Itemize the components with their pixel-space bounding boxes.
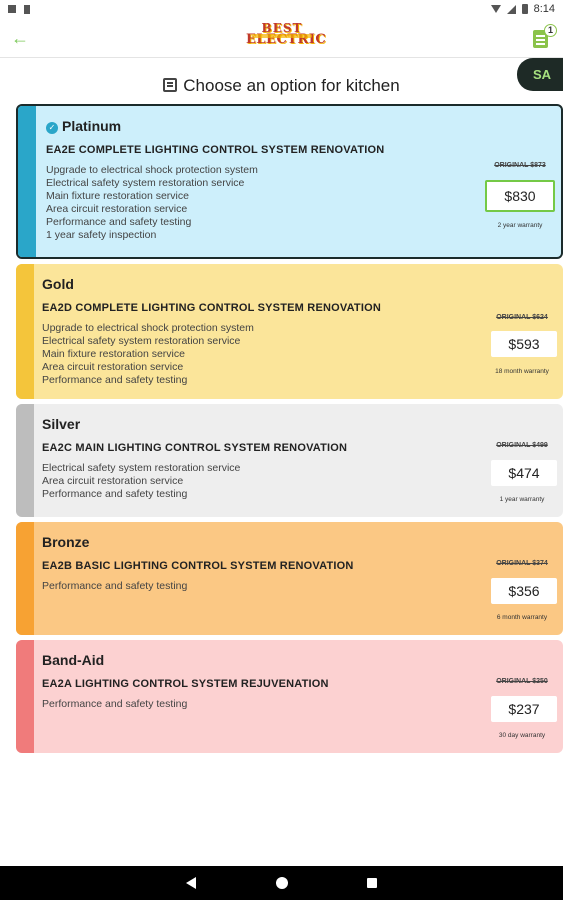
feature-item: Upgrade to electrical shock protection s… [46,164,258,176]
battery-icon [521,4,528,14]
nav-home-icon[interactable] [276,877,288,889]
feature-item: 1 year safety inspection [46,229,157,241]
original-price: ORIGINAL $873 [494,162,546,169]
option-card-band-aid[interactable]: Band-Aid EA2A LIGHTING CONTROL SYSTEM RE… [16,640,563,753]
feature-list: Upgrade to electrical shock protection s… [42,322,254,387]
price-button[interactable]: $830 [485,180,555,212]
warranty-label: 1 year warranty [499,496,545,503]
feature-item: Performance and safety testing [42,698,188,710]
page-title: Choose an option for kitchen [0,76,563,96]
status-time: 8:14 [533,3,555,15]
tier-name: Bronze [42,534,90,550]
option-card-platinum[interactable]: ✓ Platinum EA2E COMPLETE LIGHTING CONTROL… [16,104,563,259]
price-button[interactable]: $356 [491,578,557,604]
feature-list: Performance and safety testing [42,698,187,711]
feature-item: Performance and safety testing [42,488,188,500]
tier-stripe [16,522,34,635]
wifi-icon [490,5,501,13]
tier-name: Gold [42,276,74,292]
package-name: EA2A LIGHTING CONTROL SYSTEM REJUVENATIO… [42,678,329,690]
warranty-label: 30 day warranty [498,732,546,739]
package-name: EA2C MAIN LIGHTING CONTROL SYSTEM RENOVA… [42,442,348,454]
feature-item: Main fixture restoration service [42,348,185,360]
cart-button[interactable]: 1 [531,24,557,50]
price-button[interactable]: $593 [491,331,557,357]
page-title-text: Choose an option for kitchen [183,76,400,95]
price-button[interactable]: $474 [491,460,557,486]
warranty-label: 18 month warranty [495,368,549,375]
selected-check-icon: ✓ [46,122,58,134]
feature-item: Area circuit restoration service [42,475,184,487]
feature-item: Main fixture restoration service [46,190,189,202]
cart-count-badge: 1 [544,24,557,37]
notification-icon [8,5,16,13]
tier-name: Silver [42,416,81,432]
original-price: ORIGINAL $499 [496,442,548,449]
sd-card-icon [24,4,30,14]
package-name: EA2D COMPLETE LIGHTING CONTROL SYSTEM RE… [42,302,382,314]
warranty-label: 6 month warranty [496,614,548,621]
package-name: EA2E COMPLETE LIGHTING CONTROL SYSTEM RE… [46,144,385,156]
feature-item: Upgrade to electrical shock protection s… [42,322,254,334]
feature-item: Area circuit restoration service [42,361,184,373]
feature-item: Performance and safety testing [42,374,188,386]
original-price: ORIGINAL $374 [496,560,548,567]
option-card-silver[interactable]: Silver EA2C MAIN LIGHTING CONTROL SYSTEM… [16,404,563,517]
warranty-label: 2 year warranty [497,222,543,229]
package-name: EA2B BASIC LIGHTING CONTROL SYSTEM RENOV… [42,560,354,572]
original-price: ORIGINAL $250 [496,678,548,685]
tier-name: ✓ Platinum [46,118,121,134]
feature-item: Electrical safety system restoration ser… [42,335,241,347]
back-arrow-icon[interactable]: ← [10,28,30,48]
tier-stripe [16,404,34,517]
app-bar: ← BEST ELECTRIC 1 [0,18,563,58]
feature-list: Performance and safety testing [42,580,187,593]
option-card-gold[interactable]: Gold EA2D COMPLETE LIGHTING CONTROL SYST… [16,264,563,399]
option-card-bronze[interactable]: Bronze EA2B BASIC LIGHTING CONTROL SYSTE… [16,522,563,635]
nav-recents-icon[interactable] [367,878,377,888]
feature-list: Upgrade to electrical shock protection s… [46,164,258,242]
tier-stripe [16,264,34,399]
status-bar: 8:14 [0,0,563,18]
original-price: ORIGINAL $624 [496,314,548,321]
tier-name: Band-Aid [42,652,105,668]
tier-stripe [16,640,34,753]
system-nav-bar [0,866,563,900]
brand-logo: BEST ELECTRIC [246,22,326,52]
feature-list: Electrical safety system restoration ser… [42,462,240,501]
feature-item: Performance and safety testing [42,580,188,592]
tier-stripe [18,106,36,257]
nav-back-icon[interactable] [186,877,196,889]
price-button[interactable]: $237 [491,696,557,722]
feature-item: Performance and safety testing [46,216,192,228]
signal-icon [506,4,516,14]
feature-item: Electrical safety system restoration ser… [46,177,245,189]
feature-item: Area circuit restoration service [46,203,188,215]
logo-swoosh [252,34,312,38]
clipboard-icon [163,78,178,92]
feature-item: Electrical safety system restoration ser… [42,462,241,474]
